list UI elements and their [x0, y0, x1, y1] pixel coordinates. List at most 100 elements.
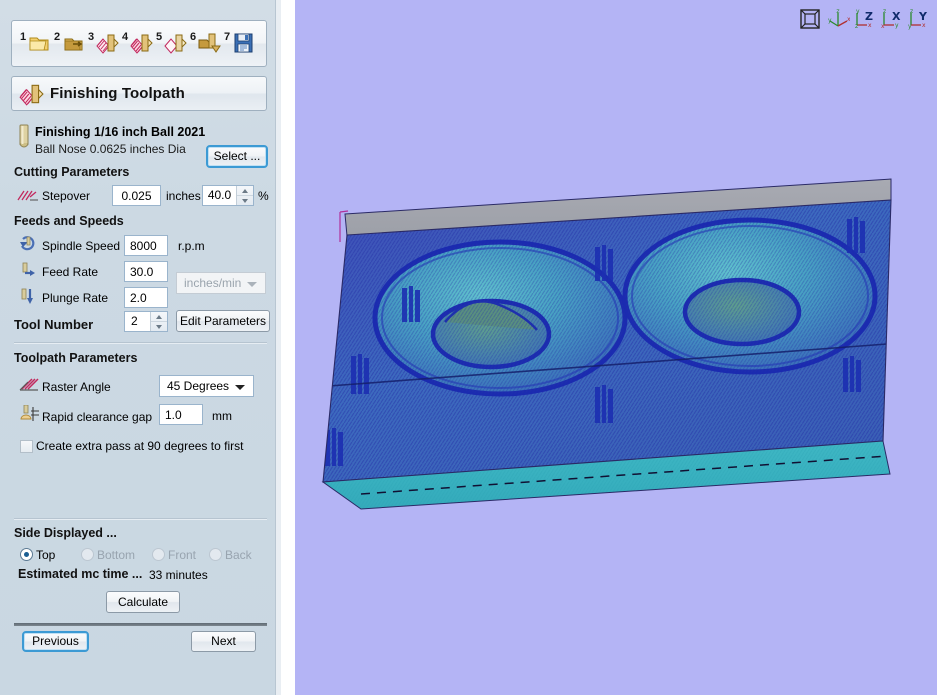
spindle-speed-icon: [20, 236, 35, 251]
feed-rate-icon: [22, 262, 35, 276]
section-divider-2: [14, 518, 267, 520]
sidebar-scrollbar[interactable]: [275, 0, 281, 695]
stepover-label: Stepover: [42, 189, 91, 203]
side-option-back-radio[interactable]: [209, 548, 222, 561]
rapid-clearance-icon: [20, 405, 39, 421]
toolbar-step-1-number: 1: [20, 30, 27, 43]
side-displayed-heading: Side Displayed ...: [14, 526, 117, 540]
svg-text:x: x: [881, 23, 885, 30]
x-axis-view-icon[interactable]: z y x X: [880, 8, 902, 30]
wizard-toolbar: 1 2 3 4 5 6 7: [11, 20, 267, 67]
chevron-down-icon: [235, 385, 245, 390]
plunge-rate-label: Plunge Rate: [42, 291, 109, 305]
tool-number-down[interactable]: [151, 322, 167, 331]
toolpath-preview-3d-model: [321, 178, 892, 510]
folder-arrow-icon: [64, 38, 83, 50]
tool-number-arrows[interactable]: [150, 312, 167, 331]
tool-name: Finishing 1/16 inch Ball 2021: [35, 125, 206, 139]
raster-angle-label: Raster Angle: [42, 380, 111, 394]
rapid-clearance-unit: mm: [212, 409, 232, 423]
next-button[interactable]: Next: [191, 631, 256, 652]
svg-text:y: y: [895, 22, 899, 29]
side-option-top-label: Top: [36, 548, 56, 562]
stepover-input[interactable]: [112, 185, 161, 206]
rapid-clearance-input[interactable]: [159, 404, 203, 425]
feeds-and-speeds-heading: Feeds and Speeds: [14, 214, 124, 228]
svg-text:x: x: [868, 22, 872, 29]
svg-text:y: y: [828, 17, 832, 24]
calculate-button[interactable]: Calculate: [106, 591, 180, 613]
3d-viewport[interactable]: z y x y x z Z z y x X z x y Y: [295, 0, 937, 695]
plunge-rate-input[interactable]: [124, 287, 168, 308]
z-axis-view-icon[interactable]: y x z Z: [853, 8, 875, 30]
side-option-front-label: Front: [168, 548, 197, 562]
iso-axis-view-icon[interactable]: z y x: [826, 8, 851, 30]
finishing-toolpath-icon: [130, 34, 153, 54]
previous-button[interactable]: Previous: [22, 631, 89, 652]
toolpath-sidebar-panel: 1 2 3 4 5 6 7 Finishing Toolpath Finishi…: [0, 0, 281, 695]
stepover-percent-stepper[interactable]: 40.0: [202, 185, 254, 206]
toolbar-step-7-number: 7: [224, 30, 231, 43]
stepover-percent-value[interactable]: 40.0: [203, 186, 236, 205]
edit-parameters-button[interactable]: Edit Parameters: [176, 310, 270, 332]
svg-text:z: z: [910, 8, 913, 15]
raster-angle-icon: [19, 378, 39, 391]
toolbar-step-1[interactable]: 1: [18, 24, 52, 64]
stepover-percent-arrows[interactable]: [236, 186, 253, 205]
side-option-back-label: Back: [225, 548, 252, 562]
stepover-percent-up[interactable]: [237, 186, 253, 196]
select-tool-button[interactable]: Select ...: [206, 145, 268, 168]
spindle-speed-label: Spindle Speed: [42, 239, 121, 253]
toolbar-step-2-number: 2: [54, 30, 61, 43]
raster-angle-value: 45 Degrees: [167, 379, 230, 393]
svg-text:y: y: [856, 8, 860, 15]
tool-number-stepper[interactable]: 2: [124, 311, 168, 332]
stepover-icon: [17, 190, 38, 201]
y-axis-view-label: Y: [918, 10, 928, 23]
panel-header: Finishing Toolpath: [11, 76, 267, 111]
toolbar-step-7[interactable]: 7: [222, 24, 256, 64]
svg-text:z: z: [855, 23, 858, 30]
ball-nose-tool-icon: [19, 124, 29, 148]
svg-text:z: z: [883, 8, 886, 15]
extra-pass-label: Create extra pass at 90 degrees to first: [36, 439, 244, 453]
tool-description: Ball Nose 0.0625 inches Dia: [35, 142, 186, 156]
panel-header-icon: [18, 81, 44, 107]
view-orientation-toolbar: z y x y x z Z z y x X z x y Y: [799, 8, 929, 30]
preview-toolpath-icon: [164, 34, 187, 54]
isometric-fit-view-icon[interactable]: [799, 8, 821, 30]
open-folder-icon: [29, 37, 49, 50]
toolpath-parameters-heading: Toolpath Parameters: [14, 351, 138, 365]
tool-number-up[interactable]: [151, 312, 167, 322]
spindle-speed-input[interactable]: [124, 235, 168, 256]
svg-text:y: y: [908, 23, 912, 30]
application-window: 1 2 3 4 5 6 7 Finishing Toolpath Finishi…: [0, 0, 937, 695]
stepover-unit: inches: [166, 189, 201, 203]
toolbar-step-5[interactable]: 5: [154, 24, 188, 64]
estimated-time-label: Estimated mc time ...: [18, 567, 143, 581]
side-option-front-radio[interactable]: [152, 548, 165, 561]
toolbar-step-4[interactable]: 4: [120, 24, 154, 64]
toolbar-step-3-number: 3: [88, 30, 95, 43]
feed-rate-label: Feed Rate: [42, 265, 99, 279]
toolbar-step-5-number: 5: [156, 30, 163, 43]
rate-units-value: inches/min: [184, 276, 242, 290]
footer-divider: [14, 623, 267, 626]
save-file-icon: [234, 33, 253, 52]
rate-units-dropdown[interactable]: inches/min: [176, 272, 266, 294]
raster-angle-dropdown[interactable]: 45 Degrees: [159, 375, 254, 397]
stepover-percent-down[interactable]: [237, 196, 253, 205]
tool-number-value[interactable]: 2: [125, 312, 150, 331]
page-title: Finishing Toolpath: [50, 85, 185, 102]
side-option-bottom-radio[interactable]: [81, 548, 94, 561]
toolbar-step-4-number: 4: [122, 30, 129, 43]
y-axis-view-icon[interactable]: z x y Y: [907, 8, 929, 30]
toolbar-step-3[interactable]: 3: [86, 24, 120, 64]
toolbar-step-2[interactable]: 2: [52, 24, 86, 64]
svg-text:x: x: [922, 22, 926, 29]
save-toolpath-icon: [198, 33, 221, 53]
extra-pass-checkbox[interactable]: [20, 440, 33, 453]
toolbar-step-6[interactable]: 6: [188, 24, 222, 64]
feed-rate-input[interactable]: [124, 261, 168, 282]
side-option-top-radio[interactable]: [20, 548, 33, 561]
